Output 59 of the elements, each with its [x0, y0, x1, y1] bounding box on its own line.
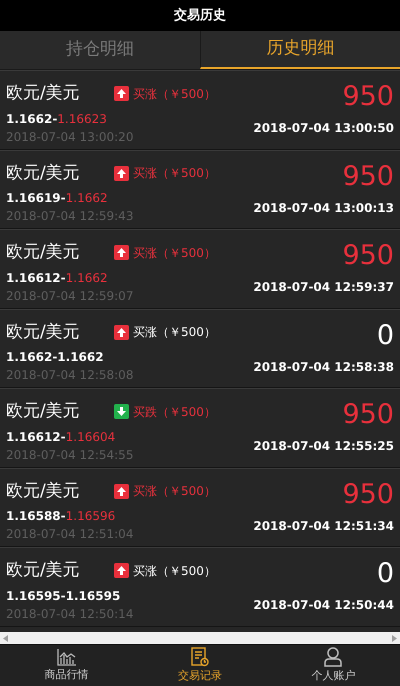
close-time: 2018-07-04 12:58:38 — [253, 358, 394, 376]
close-time: 2018-07-04 12:55:25 — [253, 438, 394, 455]
profit-amount: 950 — [342, 160, 394, 192]
document-clock-icon — [190, 646, 209, 667]
open-time: 2018-07-04 12:59:43 — [6, 208, 134, 225]
close-time: 2018-07-04 12:59:37 — [253, 279, 394, 296]
price-range: 1.1662-1.16623 — [6, 110, 108, 128]
open-time: 2018-07-04 12:59:07 — [6, 288, 134, 304]
nav-tab[interactable]: 商品行情 — [0, 645, 134, 686]
profit-amount: 0 — [376, 320, 394, 352]
order-label: 买涨（￥500） — [133, 483, 216, 500]
horizontal-scrollbar[interactable] — [0, 632, 400, 644]
profit-amount: 950 — [342, 399, 394, 431]
open-time: 2018-07-04 13:00:20 — [6, 128, 134, 146]
price-range: 1.1662-1.1662 — [6, 349, 105, 366]
profit-amount: 950 — [342, 240, 394, 272]
trade-row[interactable]: 欧元/美元 买涨（￥500） 1.1662-1.1662 2018-07-04 12:58:08 0 2018-07-04 12:58:38 — [0, 308, 400, 388]
close-time: 2018-07-04 12:51:34 — [253, 518, 394, 534]
open-time: 2018-07-04 12:54:55 — [6, 446, 134, 464]
close-time: 2018-07-04 12:50:44 — [253, 597, 394, 614]
profit-amount: 0 — [376, 558, 394, 590]
currency-pair: 欧元/美元 — [6, 320, 81, 344]
open-time: 2018-07-04 12:51:04 — [6, 526, 134, 543]
order-label: 买涨（￥500） — [133, 562, 216, 580]
order-label: 买涨（￥500） — [133, 244, 216, 262]
order-label: 买跌（￥500） — [133, 404, 216, 421]
currency-pair: 欧元/美元 — [6, 241, 81, 264]
trade-row[interactable]: 欧元/美元 买跌（￥500） 1.16612-1.16604 2018-07-04 12:54:55 950 2018-07-04 12:55:25 — [0, 388, 400, 468]
order-label: 买涨（￥500） — [133, 86, 216, 103]
currency-pair: 欧元/美元 — [6, 82, 81, 105]
currency-pair: 欧元/美元 — [6, 162, 81, 184]
user-icon — [324, 646, 342, 667]
trade-row[interactable]: 欧元/美元 买涨（￥500） 1.16588-1.16596 2018-07-04 12:51:04 950 2018-07-04 12:51:34 — [0, 468, 400, 547]
trade-row[interactable]: 欧元/美元 买涨（￥500） 1.16619-1.1662 2018-07-04 12:59:43 950 2018-07-04 13:00:13 — [0, 150, 400, 229]
left-arrow-icon[interactable] — [3, 634, 8, 642]
trade-row[interactable]: 欧元/美元 买涨（￥500） 1.1662-1.16623 2018-07-04 13:00:20 950 2018-07-04 13:00:50 — [0, 70, 400, 150]
profit-amount: 950 — [342, 478, 394, 510]
currency-pair: 欧元/美元 — [6, 559, 81, 582]
order-label: 买涨（￥500） — [133, 165, 216, 182]
bar-chart-icon — [56, 648, 77, 666]
nav-tab[interactable]: 个人账户 — [266, 645, 400, 686]
price-range: 1.16612-1.1662 — [6, 270, 109, 286]
price-range: 1.16595-1.16595 — [6, 588, 122, 604]
profit-amount: 950 — [342, 81, 394, 113]
currency-pair: 欧元/美元 — [6, 400, 81, 423]
open-time: 2018-07-04 12:58:08 — [6, 367, 134, 384]
trade-row[interactable]: 欧元/美元 买涨（￥500） 1.16595-1.16595 2018-07-04 12:50:14 0 2018-07-04 12:50:44 — [0, 547, 400, 626]
price-range: 1.16588-1.16596 — [6, 508, 116, 525]
price-range: 1.16619-1.1662 — [6, 190, 109, 207]
currency-pair: 欧元/美元 — [6, 480, 81, 502]
open-time: 2018-07-04 12:50:14 — [6, 606, 134, 622]
nav-tab[interactable]: 交易记录 — [133, 645, 267, 686]
page-title: 交易历史 — [174, 6, 226, 25]
right-arrow-icon[interactable] — [392, 634, 397, 642]
trade-row[interactable]: 欧元/美元 买涨（￥500） 1.16612-1.1662 2018-07-04 12:59:07 950 2018-07-04 12:59:37 — [0, 229, 400, 308]
close-time: 2018-07-04 13:00:13 — [253, 200, 394, 216]
order-label: 买涨（￥500） — [133, 324, 216, 342]
price-range: 1.16612-1.16604 — [6, 428, 116, 446]
close-time: 2018-07-04 13:00:50 — [253, 120, 394, 137]
